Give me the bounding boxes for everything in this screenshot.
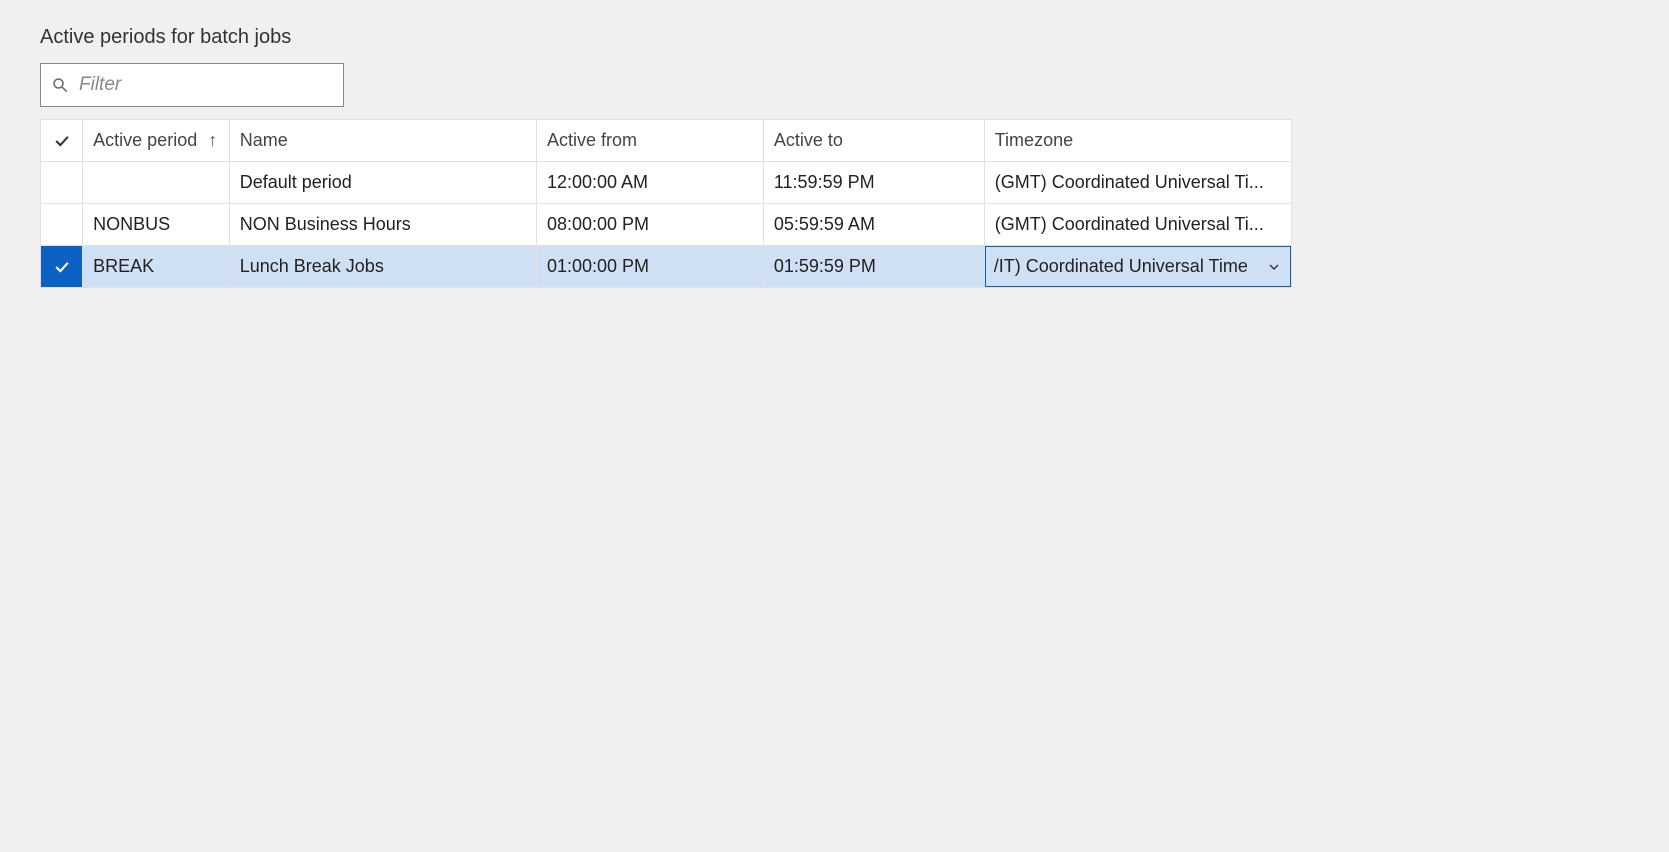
search-icon	[51, 76, 69, 94]
check-icon	[52, 131, 72, 151]
active-periods-grid: Active period ↑ Name Active from Active …	[40, 119, 1292, 288]
cell-active-from[interactable]: 08:00:00 PM	[536, 204, 763, 246]
cell-active-to[interactable]: 01:59:59 PM	[763, 246, 984, 288]
header-label: Active to	[774, 130, 843, 150]
cell-active-to[interactable]: 05:59:59 AM	[763, 204, 984, 246]
header-label: Active from	[547, 130, 637, 150]
check-icon	[52, 257, 72, 277]
timezone-combobox[interactable]: /IT) Coordinated Universal Time	[984, 246, 1291, 288]
cell-timezone[interactable]: /IT) Coordinated Universal Time (GMT-03:…	[984, 246, 1291, 288]
table-row[interactable]: Default period 12:00:00 AM 11:59:59 PM (…	[41, 162, 1292, 204]
cell-name[interactable]: NON Business Hours	[229, 204, 536, 246]
sort-asc-icon: ↑	[208, 130, 217, 151]
cell-active-period[interactable]: NONBUS	[83, 204, 230, 246]
page-title: Active periods for batch jobs	[40, 26, 1629, 49]
table-row[interactable]: BREAK Lunch Break Jobs 01:00:00 PM 01:59…	[41, 246, 1292, 288]
header-label: Active period	[93, 130, 197, 150]
header-active-period[interactable]: Active period ↑	[83, 120, 230, 162]
row-selector[interactable]	[41, 246, 83, 288]
row-selector[interactable]	[41, 204, 83, 246]
cell-active-from[interactable]: 01:00:00 PM	[536, 246, 763, 288]
filter-input[interactable]	[77, 73, 333, 97]
cell-timezone[interactable]: (GMT) Coordinated Universal Ti...	[984, 204, 1291, 246]
cell-name[interactable]: Default period	[229, 162, 536, 204]
cell-timezone[interactable]: (GMT) Coordinated Universal Ti...	[984, 162, 1291, 204]
table-row[interactable]: NONBUS NON Business Hours 08:00:00 PM 05…	[41, 204, 1292, 246]
header-active-from[interactable]: Active from	[536, 120, 763, 162]
header-label: Name	[240, 130, 288, 150]
filter-input-wrapper[interactable]	[40, 63, 344, 107]
header-label: Timezone	[995, 130, 1073, 150]
header-timezone[interactable]: Timezone	[984, 120, 1291, 162]
chevron-down-icon	[1266, 259, 1282, 275]
cell-active-period[interactable]	[83, 162, 230, 204]
row-selector[interactable]	[41, 162, 83, 204]
timezone-value: /IT) Coordinated Universal Time	[994, 256, 1248, 277]
header-name[interactable]: Name	[229, 120, 536, 162]
grid-header-row: Active period ↑ Name Active from Active …	[41, 120, 1292, 162]
cell-active-to[interactable]: 11:59:59 PM	[763, 162, 984, 204]
cell-active-from[interactable]: 12:00:00 AM	[536, 162, 763, 204]
header-select-all[interactable]	[41, 120, 83, 162]
header-active-to[interactable]: Active to	[763, 120, 984, 162]
cell-active-period[interactable]: BREAK	[83, 246, 230, 288]
cell-name[interactable]: Lunch Break Jobs	[229, 246, 536, 288]
